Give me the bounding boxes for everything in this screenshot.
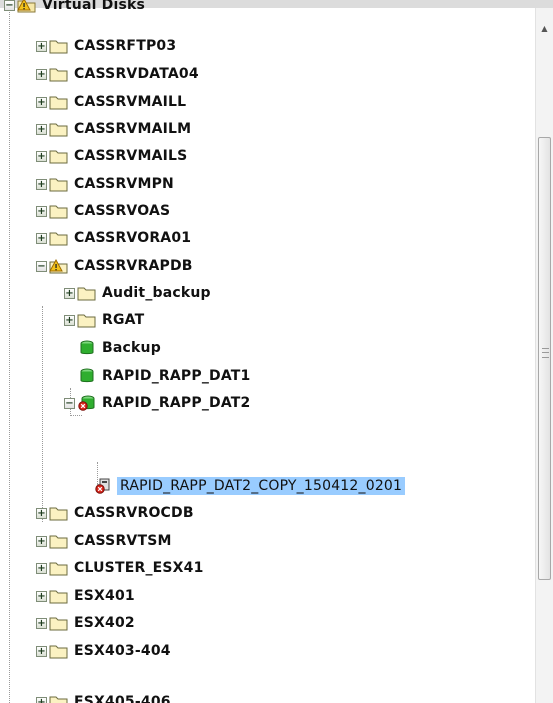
expand-toggle[interactable]: + [36, 178, 47, 190]
folder-icon [49, 505, 69, 521]
folder-icon [49, 533, 69, 549]
tree-item-label: ESX403-404 [74, 643, 171, 659]
tree-item-snapshot-selected[interactable]: RAPID_RAPP_DAT2_COPY_150412_0201 [93, 474, 406, 498]
tree-item-folder[interactable]: + CASSRVDATA04 [36, 62, 200, 86]
vertical-scrollbar[interactable]: ▲ [535, 8, 553, 703]
tree-item-disk[interactable]: Backup [64, 336, 162, 360]
tree-item-label: RAPID_RAPP_DAT1 [102, 368, 251, 384]
folder-icon [49, 121, 69, 137]
tree-item-disk-expanded[interactable]: − RAPID_RAPP_DAT2 [64, 391, 252, 415]
folder-icon [49, 176, 69, 192]
expand-toggle[interactable]: + [36, 40, 47, 52]
tree-item-label: CASSRVMAILL [74, 94, 187, 110]
folder-icon [49, 66, 69, 82]
expand-toggle[interactable]: + [36, 645, 47, 657]
tree-item-label: CASSRVORA01 [74, 230, 192, 246]
tree-guide-line [70, 415, 82, 416]
tree-item-label: ESX401 [74, 588, 135, 604]
tree-item-label: ESX405-406 [74, 694, 171, 703]
tree-item-folder[interactable]: + CASSRVMPN [36, 172, 175, 196]
tree-item-label: CASSRVTSM [74, 533, 172, 549]
tree-item-folder[interactable]: + ESX402 [36, 611, 136, 635]
disk-tree: − Virtual Disks + CASSRFTP03 + CASSRVDAT… [0, 0, 530, 703]
folder-icon [77, 285, 97, 301]
expand-toggle[interactable]: + [36, 617, 47, 629]
tree-item-label: CASSRVMAILM [74, 121, 192, 137]
tree-item-folder[interactable]: + CASSRVOAS [36, 199, 171, 223]
folder-warning-icon [49, 258, 69, 274]
tree-item-label: RGAT [102, 312, 145, 328]
expand-toggle[interactable]: + [36, 562, 47, 574]
expand-toggle[interactable]: + [36, 150, 47, 162]
tree-item-label: CASSRVOAS [74, 203, 171, 219]
expand-toggle[interactable]: + [36, 590, 47, 602]
expand-toggle[interactable]: + [36, 123, 47, 135]
tree-item-label: CASSRFTP03 [74, 38, 177, 54]
tree-item-label: ESX402 [74, 615, 135, 631]
tree-item-folder[interactable]: + ESX401 [36, 584, 136, 608]
folder-icon [49, 643, 69, 659]
folder-icon [77, 312, 97, 328]
tree-item-folder[interactable]: + CASSRVMAILS [36, 144, 188, 168]
tree-item-label: CASSRVMAILS [74, 148, 188, 164]
tree-item-label: CASSRVRAPDB [74, 258, 193, 274]
tree-item-folder-expanded[interactable]: − CASSRVRAPDB [36, 254, 194, 278]
expand-toggle[interactable]: + [36, 507, 47, 519]
tree-item-folder[interactable]: + ESX403-404 [36, 639, 172, 663]
tree-item-label: CASSRVROCDB [74, 505, 194, 521]
folder-icon [49, 615, 69, 631]
expand-toggle[interactable]: + [36, 232, 47, 244]
tree-guide-line [9, 0, 10, 703]
disk-error-icon [77, 395, 97, 411]
disk-icon [77, 340, 97, 356]
tree-item-folder[interactable]: + CASSRFTP03 [36, 34, 177, 58]
tree-root-virtual-disks[interactable]: − Virtual Disks [4, 0, 146, 17]
folder-icon [49, 94, 69, 110]
tree-item-label: CASSRVMPN [74, 176, 174, 192]
collapse-toggle[interactable]: − [64, 397, 75, 409]
folder-icon [49, 230, 69, 246]
snapshot-error-icon [93, 478, 113, 494]
expand-toggle[interactable]: + [36, 535, 47, 547]
folder-icon [49, 694, 69, 703]
scrollbar-grip-icon [542, 348, 549, 358]
tree-item-label: CASSRVDATA04 [74, 66, 199, 82]
tree-item-folder[interactable]: + CLUSTER_ESX41 [36, 556, 205, 580]
expand-toggle[interactable]: + [36, 68, 47, 80]
expand-toggle[interactable]: + [64, 287, 75, 299]
tree-item-folder[interactable]: + CASSRVMAILL [36, 90, 187, 114]
scrollbar-thumb[interactable] [538, 137, 551, 580]
folder-icon [49, 38, 69, 54]
folder-icon [49, 203, 69, 219]
tree-item-folder[interactable]: + Audit_backup [64, 281, 212, 305]
scroll-up-arrow-icon[interactable]: ▲ [536, 20, 553, 37]
tree-item-folder[interactable]: + CASSRVROCDB [36, 501, 195, 525]
tree-item-folder[interactable]: + CASSRVMAILM [36, 117, 192, 141]
tree-item-label: CLUSTER_ESX41 [74, 560, 204, 576]
tree-item-folder[interactable]: + RGAT [64, 308, 145, 332]
tree-item-folder[interactable]: + CASSRVORA01 [36, 226, 192, 250]
collapse-toggle[interactable]: − [4, 0, 15, 11]
expand-toggle[interactable]: + [36, 205, 47, 217]
expand-toggle[interactable]: + [36, 696, 47, 703]
tree-item-folder[interactable]: + CASSRVTSM [36, 529, 173, 553]
disk-icon [77, 368, 97, 384]
folder-warning-icon [17, 0, 37, 13]
tree-item-label: RAPID_RAPP_DAT2 [102, 395, 251, 411]
collapse-toggle[interactable]: − [36, 260, 47, 272]
tree-item-folder[interactable]: + ESX405-406 [36, 690, 172, 703]
folder-icon [49, 588, 69, 604]
tree-item-disk[interactable]: RAPID_RAPP_DAT1 [64, 364, 252, 388]
folder-icon [49, 148, 69, 164]
tree-item-label: RAPID_RAPP_DAT2_COPY_150412_0201 [117, 477, 406, 495]
tree-item-label: Backup [102, 340, 161, 356]
tree-guide-line [42, 306, 43, 522]
folder-icon [49, 560, 69, 576]
expand-toggle[interactable]: + [64, 314, 75, 326]
expand-toggle[interactable]: + [36, 96, 47, 108]
tree-item-label: Audit_backup [102, 285, 211, 301]
tree-item-label: Virtual Disks [42, 0, 146, 13]
